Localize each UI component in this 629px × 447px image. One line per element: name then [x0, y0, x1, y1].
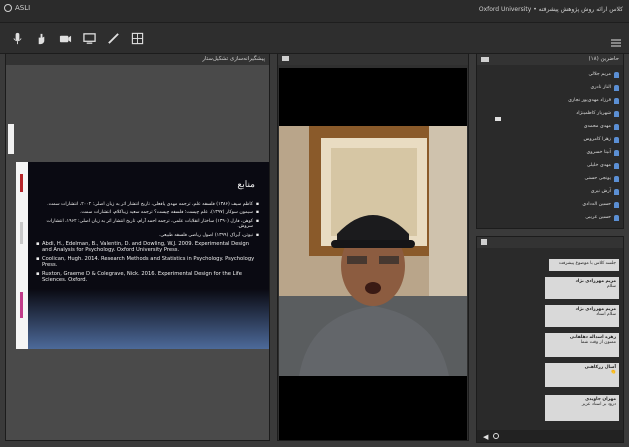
user-icon — [614, 149, 619, 156]
attendee-name: مهدی محمدی — [583, 124, 611, 129]
top-bar: ASLI کلاس ارائه روش پژوهش پیشرفته • Oxfo… — [0, 0, 629, 23]
attendee-row[interactable]: پونجی حسنی — [585, 174, 619, 183]
attendee-name: الناز نادری — [590, 85, 611, 90]
monitor-icon[interactable] — [82, 31, 96, 45]
video-pod-header — [278, 54, 468, 65]
user-icon — [614, 97, 619, 104]
attendee-row[interactable]: مهدی خلیلی — [587, 161, 619, 170]
attendee-row[interactable]: الناز نادری — [590, 83, 619, 92]
attendee-name: حسین اله‌دادی — [582, 202, 611, 207]
user-icon — [614, 123, 619, 130]
attendees-pod: حاضرین (۱۸) مریم جلالی الناز نادری فرزاد… — [476, 53, 624, 229]
speaker-camera-icon — [495, 117, 501, 121]
chat-input-bar[interactable]: ◀ — [477, 430, 623, 442]
app-name: ASLI — [15, 4, 31, 12]
user-icon — [614, 84, 619, 91]
user-icon — [614, 136, 619, 143]
attendee-row[interactable]: زهرا کامروس — [584, 135, 619, 144]
video-camera-icon — [282, 56, 289, 61]
chat-message: جلسه کلاس با موضوع پیشرفت — [549, 259, 619, 271]
reference-item: Ruxton, Graeme D & Colegrave, Nick. 2016… — [36, 271, 259, 283]
slide-accent-gray — [20, 222, 23, 244]
toolbar — [0, 23, 629, 54]
attendee-name: فرزاد مهدی‌پور نجاری — [568, 98, 611, 103]
user-icon — [614, 71, 619, 78]
attendee-name: مریم جلالی — [588, 72, 611, 77]
share-pod: پیشگیرانه‌سازی تشکیل‌ستار منابع کاظم سیف… — [5, 53, 270, 441]
video-pod — [277, 53, 469, 441]
attendees-title: حاضرین (۱۸) — [588, 56, 619, 62]
grid-icon[interactable] — [130, 31, 144, 45]
message-text: سلام استاد — [596, 312, 616, 317]
share-pod-title: پیشگیرانه‌سازی تشکیل‌ستار — [202, 56, 265, 62]
message-text: سلام — [606, 284, 616, 289]
message-text: درود بر استاد عزیز — [581, 402, 616, 407]
app-logo: ASLI — [4, 4, 30, 12]
camera-icon[interactable] — [58, 31, 72, 45]
presenter-video — [279, 126, 467, 376]
user-icon — [614, 162, 619, 169]
attendee-row[interactable]: حسین غریبی — [585, 213, 619, 222]
page-tab[interactable] — [8, 124, 14, 154]
chat-header — [477, 237, 623, 248]
chat-icon — [481, 239, 487, 245]
video-feed[interactable] — [279, 68, 467, 440]
reference-list: کاظم سیف (۱۳۸۶) فلسفه علم، ترجمه مهدی یا… — [36, 202, 259, 286]
attendee-name: آرش نیری — [590, 189, 611, 194]
user-icon — [614, 188, 619, 195]
message-text: جلسه کلاس با موضوع پیشرفت — [558, 261, 616, 266]
chat-message: مریم مهرزادی نژاد سلام استاد — [545, 305, 619, 327]
user-icon — [614, 214, 619, 221]
attendee-name: آنیتا خسروی — [586, 150, 611, 155]
menu-icon[interactable] — [611, 33, 621, 47]
reference-item: سیمون سوکار (۱۳۹۷)، علم چیست؛ فلسفه چیست… — [36, 210, 259, 216]
emoji-icon[interactable] — [493, 433, 499, 439]
attendee-row[interactable]: حسین اله‌دادی — [582, 200, 619, 209]
message-text: 👏 — [610, 370, 616, 375]
presentation-slide: منابع کاظم سیف (۱۳۸۶) فلسفه علم، ترجمه م… — [16, 162, 269, 349]
user-icon — [614, 110, 619, 117]
attendee-row[interactable]: مریم جلالی — [588, 70, 619, 79]
logo-icon — [4, 4, 12, 12]
chat-message: مریم مهرزادی نژاد سلام — [545, 277, 619, 299]
reference-item: کوهن، فارل (۱۳۹۰) ساختار انقلابات علمی، … — [36, 219, 259, 230]
attendee-row[interactable]: مهدی محمدی — [584, 122, 619, 131]
reference-item: کاظم سیف (۱۳۸۶) فلسفه علم، ترجمه مهدی یا… — [36, 202, 259, 208]
attendee-row[interactable]: شهریار کاظمینژاد — [576, 109, 619, 118]
reference-item: Coolican, Hugh. 2014. Research Methods a… — [36, 256, 259, 268]
attendee-name: حسین غریبی — [585, 215, 611, 220]
attendee-name: شهریار کاظمینژاد — [576, 111, 611, 116]
meeting-title: کلاس ارائه روش پژوهش پیشرفته • Oxford Un… — [478, 6, 623, 13]
chat-pod: جلسه کلاس با موضوع پیشرفت مریم مهرزادی ن… — [476, 236, 624, 443]
slide-title: منابع — [237, 180, 255, 190]
slide-accent-red — [20, 174, 23, 192]
user-icon — [614, 201, 619, 208]
attendee-name: مهدی خلیلی — [586, 163, 611, 168]
chat-message: زهره اسداله دهلقانی ممنون از وقت شما — [545, 333, 619, 357]
send-arrow-icon[interactable]: ◀ — [483, 433, 488, 441]
hand-icon[interactable] — [34, 31, 48, 45]
attendees-icon — [481, 57, 489, 62]
attendee-row[interactable]: فرزاد مهدی‌پور نجاری — [568, 96, 619, 105]
attendee-name: پونجی حسنی — [584, 176, 611, 181]
slide-accent-pink — [20, 292, 23, 318]
attendees-header: حاضرین (۱۸) — [477, 54, 623, 65]
attendee-row[interactable]: آرش نیری — [591, 187, 619, 196]
reference-item: نیوتن، آیزاک (۱۳۹۹) اصول ریاضی فلسفه طبی… — [36, 233, 259, 239]
slide-gradient — [28, 289, 269, 349]
share-pod-header: پیشگیرانه‌سازی تشکیل‌ستار — [6, 54, 269, 65]
microphone-icon[interactable] — [10, 31, 24, 45]
attendee-row[interactable]: آنیتا خسروی — [586, 148, 619, 157]
message-text: ممنون از وقت شما — [580, 340, 616, 345]
chat-message: آسال زرکاهنی 👏 — [545, 363, 619, 387]
pen-icon[interactable] — [106, 31, 120, 45]
reference-item: Abdi, H., Edelman, B., Valentin, D. and … — [36, 241, 259, 253]
chat-message: مهران جاویدی درود بر استاد عزیز — [545, 395, 619, 421]
attendee-name: زهرا کامروس — [583, 137, 611, 142]
user-icon — [614, 175, 619, 182]
